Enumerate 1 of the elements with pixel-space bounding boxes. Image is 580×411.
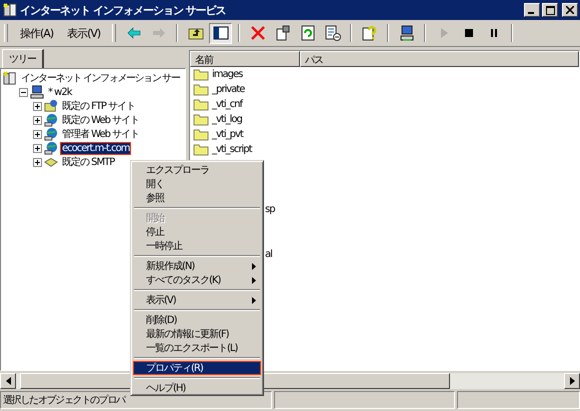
window-title: インターネット インフォメーション サービス: [20, 2, 226, 18]
